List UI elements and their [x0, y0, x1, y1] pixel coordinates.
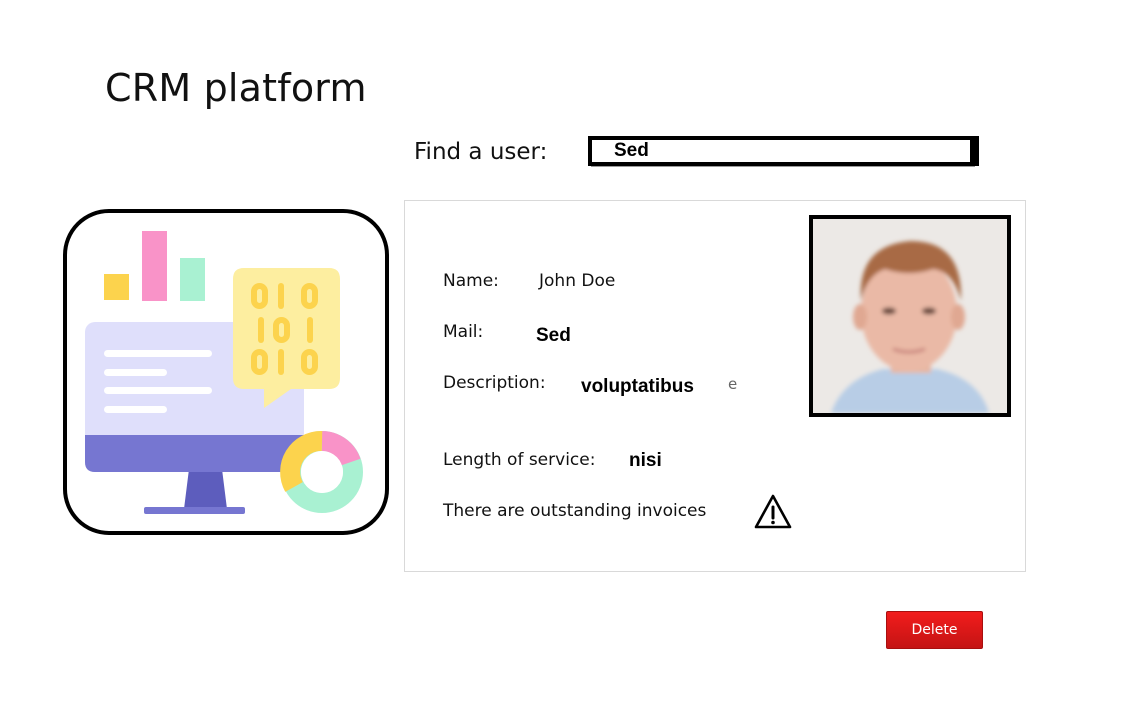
- monitor-foot-icon: [144, 507, 245, 514]
- user-photo: [809, 215, 1011, 417]
- bar-pink-icon: [142, 231, 167, 301]
- page-title: CRM platform: [105, 66, 367, 110]
- delete-button[interactable]: Delete: [886, 611, 983, 649]
- invoices-notice: There are outstanding invoices: [443, 501, 707, 521]
- search-input[interactable]: [592, 140, 954, 162]
- mail-value: Sed: [536, 325, 571, 346]
- donut-chart-icon: [280, 431, 363, 513]
- avatar: [813, 219, 1007, 413]
- warning-icon: [754, 494, 792, 529]
- bar-mint-icon: [180, 258, 205, 301]
- monitor-base-icon: [85, 435, 304, 472]
- description-trailing-text: e: [728, 375, 738, 393]
- description-label: Description:: [443, 373, 546, 393]
- service-label: Length of service:: [443, 450, 596, 470]
- mail-label: Mail:: [443, 322, 484, 342]
- name-value: John Doe: [539, 271, 616, 291]
- user-card: Name: John Doe Mail: Sed Description: vo…: [404, 200, 1026, 572]
- crm-illustration-graphic: [85, 231, 363, 514]
- search-underline: [591, 166, 975, 167]
- monitor-stand-icon: [184, 469, 227, 509]
- service-value: nisi: [629, 450, 662, 471]
- description-value: voluptatibus: [581, 376, 694, 397]
- search-label: Find a user:: [414, 139, 548, 165]
- crm-dashboard-illustration: [63, 209, 389, 535]
- search-box[interactable]: [588, 136, 979, 166]
- crm-page: CRM platform Find a user: Sed Name: John…: [0, 0, 1130, 707]
- bar-yellow-icon: [104, 274, 129, 300]
- name-label: Name:: [443, 271, 499, 291]
